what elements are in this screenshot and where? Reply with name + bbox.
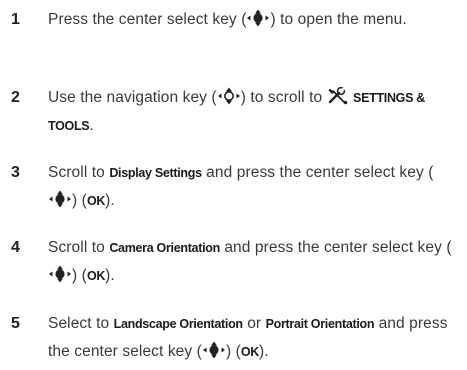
ui-term-label: Landscape Orientation xyxy=(113,317,243,331)
step-text: Scroll to Display Settings and press the… xyxy=(48,159,453,215)
step-text-fragment: Scroll to xyxy=(48,239,110,256)
step-text-fragment: ) ( xyxy=(72,267,87,284)
settings-tools-icon xyxy=(327,87,349,105)
instruction-steps: 1 Press the center select key ( ) to open… xyxy=(0,0,467,370)
ui-term-label: OK xyxy=(240,345,260,359)
step-text-fragment: Use the navigation key ( xyxy=(48,89,217,106)
step-text-fragment: and press the center select key ( xyxy=(219,239,452,256)
step-number: 4 xyxy=(11,239,20,256)
step-number: 2 xyxy=(11,89,20,106)
step-text: Scroll to Camera Orientation and press t… xyxy=(48,234,453,290)
step-number: 3 xyxy=(11,164,20,181)
step-text-fragment: ) ( xyxy=(225,343,241,360)
center-select-key-icon xyxy=(246,9,270,27)
step-text-fragment: ). xyxy=(259,343,269,360)
step-text-fragment: ) ( xyxy=(72,192,87,209)
ui-term-label: Portrait Orientation xyxy=(265,317,375,331)
center-select-key-icon xyxy=(202,341,226,359)
step-text-fragment: and press the center select key ( xyxy=(201,164,434,181)
ui-term-label: Display Settings xyxy=(109,166,202,180)
step-text-fragment: ) to open the menu. xyxy=(270,11,407,28)
step-number: 1 xyxy=(11,11,20,28)
step-text-fragment: or xyxy=(242,315,266,332)
step-text-fragment: Scroll to xyxy=(48,164,110,181)
step-text: Select to Landscape Orientation or Portr… xyxy=(48,310,453,366)
center-select-key-icon xyxy=(48,265,72,283)
step-text-fragment: Select to xyxy=(48,315,114,332)
ui-term-label: Camera Orientation xyxy=(109,241,220,255)
navigation-key-icon xyxy=(217,87,241,105)
step-text-fragment: ) to scroll to xyxy=(240,89,327,106)
ui-term-label: OK xyxy=(86,269,106,283)
step-text: Use the navigation key () to scroll to S… xyxy=(48,84,453,140)
ui-term-label: OK xyxy=(86,194,106,208)
step-text: Press the center select key ( ) to open t… xyxy=(48,6,453,34)
step-text-fragment: . xyxy=(89,117,94,134)
step-number: 5 xyxy=(11,315,20,332)
step-text-fragment: Press the center select key ( xyxy=(48,11,247,28)
step-text-fragment: ). xyxy=(105,192,115,209)
step-text-fragment: ). xyxy=(105,267,115,284)
center-select-key-icon xyxy=(48,190,72,208)
